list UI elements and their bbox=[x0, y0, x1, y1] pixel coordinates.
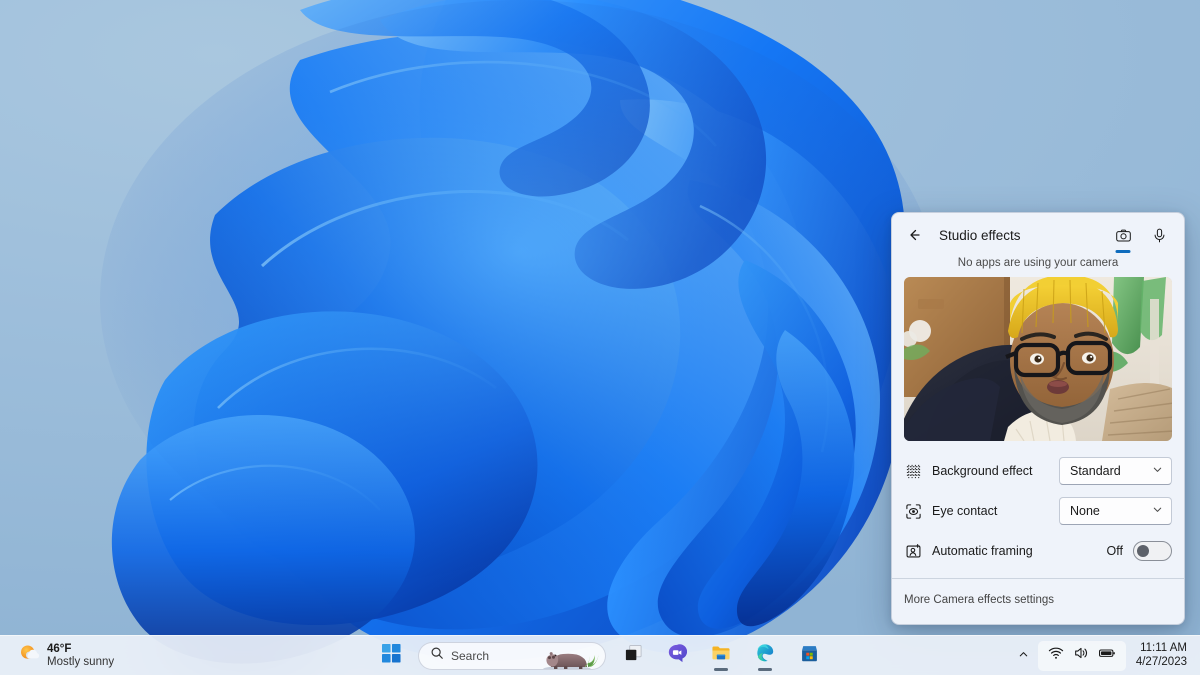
microsoft-store-icon bbox=[800, 644, 819, 668]
hippo-image[interactable] bbox=[537, 643, 601, 669]
toggle-state-label: Off bbox=[1106, 544, 1123, 558]
camera-icon bbox=[1115, 229, 1131, 242]
setting-label-eye-contact: Eye contact bbox=[932, 504, 998, 518]
volume-icon bbox=[1073, 645, 1089, 666]
panel-title: Studio effects bbox=[939, 227, 1021, 243]
taskbar-app-file-explorer[interactable] bbox=[702, 639, 740, 673]
toggle-group-automatic-framing[interactable]: Off bbox=[1107, 541, 1172, 561]
setting-row-automatic-framing[interactable]: Automatic framing Off bbox=[904, 531, 1172, 571]
taskbar-app-microsoft-edge[interactable] bbox=[746, 639, 784, 673]
task-view-icon bbox=[624, 644, 643, 668]
windows-logo-icon bbox=[381, 643, 401, 668]
dropdown-value-background-effect: Standard bbox=[1070, 464, 1121, 478]
file-explorer-icon bbox=[711, 643, 731, 668]
taskbar-clock[interactable]: 11:11 AM 4/27/2023 bbox=[1128, 640, 1191, 672]
more-camera-effects-settings-link[interactable]: More Camera effects settings bbox=[904, 594, 1054, 606]
chevron-up-icon bbox=[1018, 647, 1029, 665]
setting-label-background-effect: Background effect bbox=[932, 464, 1033, 478]
toggle-switch-automatic-framing[interactable] bbox=[1133, 541, 1172, 561]
clock-time: 11:11 AM bbox=[1140, 641, 1187, 654]
automatic-framing-icon bbox=[904, 542, 922, 560]
panel-footer: More Camera effects settings bbox=[892, 578, 1184, 624]
dropdown-value-eye-contact: None bbox=[1070, 504, 1100, 518]
taskbar-app-chat[interactable] bbox=[658, 639, 696, 673]
tab-camera[interactable] bbox=[1108, 220, 1138, 250]
dropdown-background-effect[interactable]: Standard bbox=[1059, 457, 1172, 485]
setting-label-automatic-framing: Automatic framing bbox=[932, 544, 1033, 558]
quick-settings-button[interactable] bbox=[1037, 640, 1126, 671]
back-arrow-icon[interactable] bbox=[900, 221, 928, 249]
tray-overflow-button[interactable] bbox=[1012, 641, 1036, 671]
search-box[interactable]: Search bbox=[418, 641, 606, 670]
chat-teams-icon bbox=[667, 643, 688, 668]
taskbar[interactable]: 46°F Mostly sunny Search 11:11 AM 4/27/2… bbox=[0, 635, 1200, 675]
camera-preview[interactable] bbox=[904, 277, 1172, 441]
setting-row-background-effect[interactable]: Background effect Standard bbox=[904, 451, 1172, 491]
taskbar-app-task-view[interactable] bbox=[614, 639, 652, 673]
panel-header: Studio effects bbox=[892, 213, 1184, 257]
studio-effects-panel[interactable]: Studio effects No apps are using your ca… bbox=[891, 212, 1185, 625]
edge-icon bbox=[755, 643, 775, 668]
toggle-knob bbox=[1137, 545, 1149, 557]
taskbar-app-microsoft-store[interactable] bbox=[790, 639, 828, 673]
dropdown-eye-contact[interactable]: None bbox=[1059, 497, 1172, 525]
eye-contact-icon bbox=[904, 502, 922, 520]
clock-date: 4/27/2023 bbox=[1135, 655, 1187, 668]
wifi-icon bbox=[1048, 645, 1064, 666]
battery-icon bbox=[1098, 645, 1116, 666]
microphone-icon bbox=[1154, 228, 1164, 242]
chevron-down-icon bbox=[1152, 502, 1163, 520]
setting-row-eye-contact[interactable]: Eye contact None bbox=[904, 491, 1172, 531]
tab-microphone[interactable] bbox=[1144, 220, 1174, 250]
chevron-down-icon bbox=[1152, 462, 1163, 480]
camera-preview-image bbox=[904, 277, 1172, 441]
background-blur-icon bbox=[904, 462, 922, 480]
camera-status-text: No apps are using your camera bbox=[957, 257, 1119, 269]
settings-rows: Background effect Standard Eye contact N… bbox=[892, 441, 1184, 578]
taskbar-system-tray: 11:11 AM 4/27/2023 bbox=[1012, 636, 1200, 675]
search-icon bbox=[430, 646, 444, 665]
start-button[interactable] bbox=[372, 639, 410, 673]
